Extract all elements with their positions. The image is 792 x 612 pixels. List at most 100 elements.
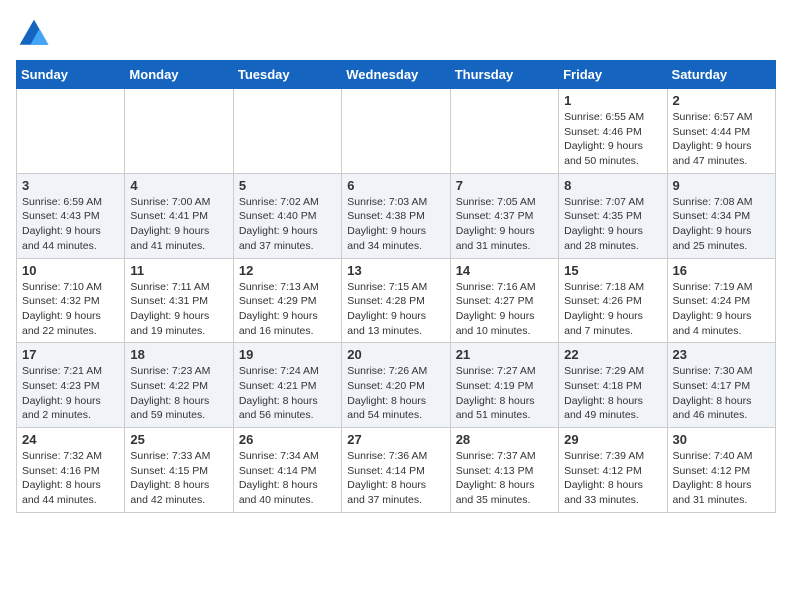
calendar-cell: 9 Sunrise: 7:08 AM Sunset: 4:34 PM Daylig… [667,173,775,258]
day-number: 22 [564,347,661,362]
weekday-header: Sunday [17,61,125,89]
calendar-cell: 7Sunrise: 7:05 AM Sunset: 4:37 PM Daylig… [450,173,558,258]
day-number: 21 [456,347,553,362]
calendar-cell: 22Sunrise: 7:29 AM Sunset: 4:18 PM Dayli… [559,343,667,428]
day-number: 24 [22,432,119,447]
calendar-cell: 8 Sunrise: 7:07 AM Sunset: 4:35 PM Daylig… [559,173,667,258]
day-info: Sunrise: 7:16 AM Sunset: 4:27 PM Dayligh… [456,280,553,339]
day-number: 29 [564,432,661,447]
logo-icon [16,16,52,52]
day-number: 13 [347,263,444,278]
calendar-cell: 14 Sunrise: 7:16 AM Sunset: 4:27 PM Dayli… [450,258,558,343]
day-number: 14 [456,263,553,278]
calendar-cell: 16 Sunrise: 7:19 AM Sunset: 4:24 PM Dayli… [667,258,775,343]
calendar-cell [342,89,450,174]
calendar-cell: 25 Sunrise: 7:33 AM Sunset: 4:15 PM Dayli… [125,428,233,513]
day-info: Sunrise: 7:37 AM Sunset: 4:13 PM Dayligh… [456,449,553,508]
calendar-cell: 23 Sunrise: 7:30 AM Sunset: 4:17 PM Dayli… [667,343,775,428]
day-number: 15 [564,263,661,278]
day-info: Sunrise: 7:27 AM Sunset: 4:19 PM Dayligh… [456,364,553,423]
day-number: 5 [239,178,336,193]
calendar-cell: 5 Sunrise: 7:02 AM Sunset: 4:40 PM Daylig… [233,173,341,258]
calendar-cell: 21 Sunrise: 7:27 AM Sunset: 4:19 PM Dayli… [450,343,558,428]
day-number: 12 [239,263,336,278]
day-info: Sunrise: 7:00 AM Sunset: 4:41 PM Dayligh… [130,195,227,254]
logo [16,16,56,52]
calendar-cell: 26 Sunrise: 7:34 AM Sunset: 4:14 PM Dayli… [233,428,341,513]
day-info: Sunrise: 7:33 AM Sunset: 4:15 PM Dayligh… [130,449,227,508]
weekday-header: Friday [559,61,667,89]
day-info: Sunrise: 7:18 AM Sunset: 4:26 PM Dayligh… [564,280,661,339]
day-number: 25 [130,432,227,447]
calendar-week-row: 3Sunrise: 6:59 AM Sunset: 4:43 PM Daylig… [17,173,776,258]
day-number: 23 [673,347,770,362]
day-info: Sunrise: 7:30 AM Sunset: 4:17 PM Dayligh… [673,364,770,423]
calendar-cell: 27 Sunrise: 7:36 AM Sunset: 4:14 PM Dayli… [342,428,450,513]
calendar-cell: 3Sunrise: 6:59 AM Sunset: 4:43 PM Daylig… [17,173,125,258]
weekday-header: Thursday [450,61,558,89]
day-number: 4 [130,178,227,193]
day-number: 2 [673,93,770,108]
weekday-header: Wednesday [342,61,450,89]
day-info: Sunrise: 7:15 AM Sunset: 4:28 PM Dayligh… [347,280,444,339]
day-info: Sunrise: 7:05 AM Sunset: 4:37 PM Dayligh… [456,195,553,254]
day-info: Sunrise: 7:07 AM Sunset: 4:35 PM Dayligh… [564,195,661,254]
day-number: 17 [22,347,119,362]
calendar-week-row: 24 Sunrise: 7:32 AM Sunset: 4:16 PM Dayli… [17,428,776,513]
day-number: 27 [347,432,444,447]
calendar-cell: 18 Sunrise: 7:23 AM Sunset: 4:22 PM Dayli… [125,343,233,428]
calendar-cell: 4 Sunrise: 7:00 AM Sunset: 4:41 PM Daylig… [125,173,233,258]
day-info: Sunrise: 7:34 AM Sunset: 4:14 PM Dayligh… [239,449,336,508]
calendar-cell: 15 Sunrise: 7:18 AM Sunset: 4:26 PM Dayli… [559,258,667,343]
day-number: 16 [673,263,770,278]
calendar-cell: 17 Sunrise: 7:21 AM Sunset: 4:23 PM Dayli… [17,343,125,428]
day-number: 28 [456,432,553,447]
day-number: 18 [130,347,227,362]
calendar-cell: 11Sunrise: 7:11 AM Sunset: 4:31 PM Dayli… [125,258,233,343]
day-info: Sunrise: 7:24 AM Sunset: 4:21 PM Dayligh… [239,364,336,423]
calendar-cell: 20Sunrise: 7:26 AM Sunset: 4:20 PM Dayli… [342,343,450,428]
calendar-week-row: 17 Sunrise: 7:21 AM Sunset: 4:23 PM Dayli… [17,343,776,428]
day-number: 30 [673,432,770,447]
calendar-week-row: 1Sunrise: 6:55 AM Sunset: 4:46 PM Daylig… [17,89,776,174]
day-info: Sunrise: 7:03 AM Sunset: 4:38 PM Dayligh… [347,195,444,254]
day-info: Sunrise: 7:21 AM Sunset: 4:23 PM Dayligh… [22,364,119,423]
day-info: Sunrise: 7:39 AM Sunset: 4:12 PM Dayligh… [564,449,661,508]
calendar-cell [125,89,233,174]
day-number: 9 [673,178,770,193]
calendar-cell: 1Sunrise: 6:55 AM Sunset: 4:46 PM Daylig… [559,89,667,174]
calendar-cell: 12 Sunrise: 7:13 AM Sunset: 4:29 PM Dayli… [233,258,341,343]
day-info: Sunrise: 7:36 AM Sunset: 4:14 PM Dayligh… [347,449,444,508]
weekday-header-row: SundayMondayTuesdayWednesdayThursdayFrid… [17,61,776,89]
calendar-cell: 6Sunrise: 7:03 AM Sunset: 4:38 PM Daylig… [342,173,450,258]
weekday-header: Monday [125,61,233,89]
calendar-cell: 29 Sunrise: 7:39 AM Sunset: 4:12 PM Dayli… [559,428,667,513]
calendar-cell: 13 Sunrise: 7:15 AM Sunset: 4:28 PM Dayli… [342,258,450,343]
weekday-header: Tuesday [233,61,341,89]
day-info: Sunrise: 7:13 AM Sunset: 4:29 PM Dayligh… [239,280,336,339]
calendar-cell [17,89,125,174]
day-number: 19 [239,347,336,362]
day-number: 26 [239,432,336,447]
weekday-header: Saturday [667,61,775,89]
calendar-cell: 2Sunrise: 6:57 AM Sunset: 4:44 PM Daylig… [667,89,775,174]
page-header [16,16,776,52]
calendar-week-row: 10 Sunrise: 7:10 AM Sunset: 4:32 PM Dayli… [17,258,776,343]
calendar-cell: 10 Sunrise: 7:10 AM Sunset: 4:32 PM Dayli… [17,258,125,343]
day-info: Sunrise: 7:10 AM Sunset: 4:32 PM Dayligh… [22,280,119,339]
day-info: Sunrise: 7:32 AM Sunset: 4:16 PM Dayligh… [22,449,119,508]
day-number: 8 [564,178,661,193]
day-number: 10 [22,263,119,278]
day-info: Sunrise: 7:08 AM Sunset: 4:34 PM Dayligh… [673,195,770,254]
day-info: Sunrise: 7:11 AM Sunset: 4:31 PM Dayligh… [130,280,227,339]
day-info: Sunrise: 7:19 AM Sunset: 4:24 PM Dayligh… [673,280,770,339]
day-number: 3 [22,178,119,193]
calendar-table: SundayMondayTuesdayWednesdayThursdayFrid… [16,60,776,513]
day-info: Sunrise: 7:23 AM Sunset: 4:22 PM Dayligh… [130,364,227,423]
day-info: Sunrise: 7:02 AM Sunset: 4:40 PM Dayligh… [239,195,336,254]
day-info: Sunrise: 7:26 AM Sunset: 4:20 PM Dayligh… [347,364,444,423]
calendar-cell: 30 Sunrise: 7:40 AM Sunset: 4:12 PM Dayli… [667,428,775,513]
day-number: 1 [564,93,661,108]
day-info: Sunrise: 7:40 AM Sunset: 4:12 PM Dayligh… [673,449,770,508]
calendar-cell: 19 Sunrise: 7:24 AM Sunset: 4:21 PM Dayli… [233,343,341,428]
